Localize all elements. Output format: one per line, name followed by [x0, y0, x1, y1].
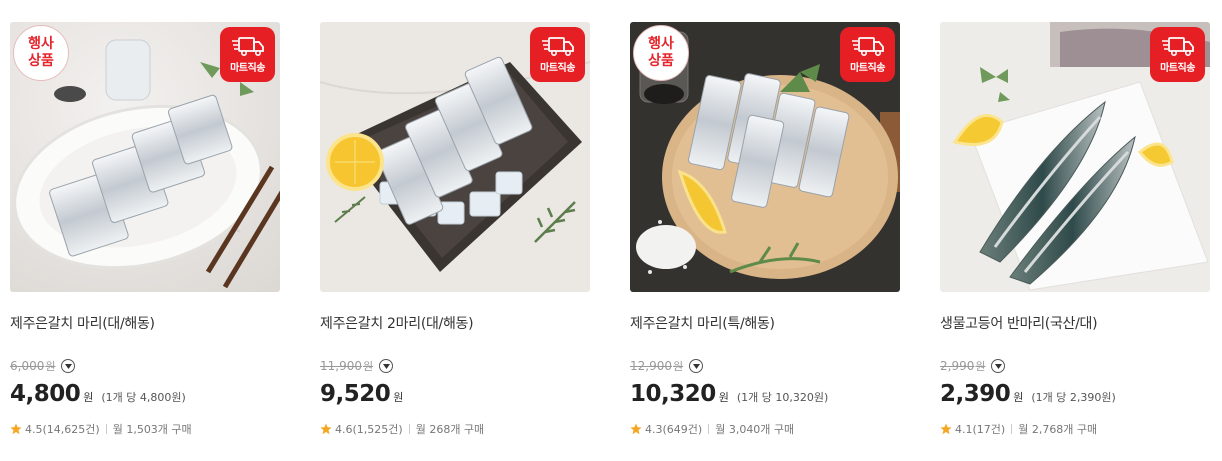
divider	[708, 424, 710, 434]
original-price-row: 6,000 원	[10, 358, 76, 374]
price-info-toggle-button[interactable]	[379, 359, 394, 373]
sale-price-unit: 원	[83, 391, 94, 404]
review-count: (17건)	[972, 423, 1006, 436]
original-price: 2,990	[940, 359, 975, 373]
original-price-row: 11,900 원	[320, 358, 394, 374]
original-price-row: 2,990 원	[940, 358, 1006, 374]
original-price-row: 12,900 원	[630, 358, 704, 374]
sale-price-unit: 원	[718, 391, 729, 404]
original-price-unit: 원	[673, 360, 684, 373]
monthly-purchases: 월 1,503개 구매	[112, 423, 192, 436]
review-count: (649건)	[662, 423, 703, 436]
price-info-toggle-button[interactable]	[991, 359, 1006, 373]
sale-price-unit: 원	[393, 391, 404, 404]
star-icon	[940, 423, 952, 435]
rating-row: 4.6 (1,525건) 월 268개 구매	[320, 421, 484, 437]
divider	[408, 424, 410, 434]
sale-price: 2,390	[940, 381, 1011, 407]
delivery-truck-icon	[1161, 37, 1194, 57]
mart-badge-label: 마트직송	[850, 63, 885, 74]
rating-row: 4.1 (17건) 월 2,768개 구매	[940, 421, 1097, 437]
mart-badge-label: 마트직송	[1160, 63, 1195, 74]
chevron-down-icon	[64, 363, 72, 369]
event-badge-line1: 행사	[28, 36, 54, 52]
sale-price: 10,320	[630, 381, 716, 407]
star-icon	[630, 423, 642, 435]
product-grid: 행사 상품 마트직송 제주은갈치 마리(대/해동) 6,000 원 4,800 …	[0, 0, 1222, 461]
product-image[interactable]: 마트직송	[320, 22, 590, 292]
event-product-badge: 행사 상품	[13, 25, 69, 81]
monthly-purchases: 월 3,040개 구매	[715, 423, 795, 436]
divider	[105, 424, 107, 434]
mart-direct-delivery-badge: 마트직송	[530, 27, 585, 82]
product-name[interactable]: 제주은갈치 마리(특/해동)	[630, 313, 775, 333]
star-icon	[320, 423, 332, 435]
sale-price-row: 9,520 원	[320, 381, 403, 407]
mart-direct-delivery-badge: 마트직송	[840, 27, 895, 82]
product-card[interactable]: 마트직송 생물고등어 반마리(국산/대) 2,990 원 2,390 원 (1개…	[940, 22, 1210, 452]
product-card[interactable]: 행사 상품 마트직송 제주은갈치 마리(대/해동) 6,000 원 4,800 …	[10, 22, 280, 452]
sale-price: 4,800	[10, 381, 81, 407]
event-badge-line1: 행사	[648, 36, 674, 52]
original-price: 6,000	[10, 359, 45, 373]
original-price: 11,900	[320, 359, 362, 373]
rating-score: 4.5	[25, 422, 43, 436]
review-count: (14,625건)	[42, 423, 100, 436]
product-name[interactable]: 제주은갈치 마리(대/해동)	[10, 313, 155, 333]
delivery-truck-icon	[231, 37, 264, 57]
review-count: (1,525건)	[352, 423, 403, 436]
monthly-purchases: 월 268개 구매	[415, 423, 485, 436]
delivery-truck-icon	[541, 37, 574, 57]
sale-price-row: 4,800 원 (1개 당 4,800원)	[10, 381, 186, 407]
original-price-unit: 원	[363, 360, 374, 373]
product-card[interactable]: 행사 상품 마트직송 제주은갈치 마리(특/해동) 12,900 원 10,32…	[630, 22, 900, 452]
sale-price-row: 10,320 원 (1개 당 10,320원)	[630, 381, 828, 407]
price-info-toggle-button[interactable]	[61, 359, 76, 373]
product-image[interactable]: 행사 상품 마트직송	[630, 22, 900, 292]
unit-price: (1개 당 10,320원)	[736, 391, 829, 404]
price-info-toggle-button[interactable]	[689, 359, 704, 373]
chevron-down-icon	[382, 363, 390, 369]
rating-row: 4.5 (14,625건) 월 1,503개 구매	[10, 421, 192, 437]
event-badge-line2: 상품	[28, 53, 54, 69]
product-card[interactable]: 마트직송 제주은갈치 2마리(대/해동) 11,900 원 9,520 원 4.…	[320, 22, 590, 452]
divider	[1011, 424, 1013, 434]
product-image[interactable]: 행사 상품 마트직송	[10, 22, 280, 292]
rating-score: 4.1	[955, 422, 973, 436]
delivery-truck-icon	[851, 37, 884, 57]
product-name[interactable]: 생물고등어 반마리(국산/대)	[940, 313, 1098, 333]
original-price-unit: 원	[975, 360, 986, 373]
sale-price-row: 2,390 원 (1개 당 2,390원)	[940, 381, 1116, 407]
unit-price: (1개 당 4,800원)	[101, 391, 186, 404]
event-product-badge: 행사 상품	[633, 25, 689, 81]
mart-badge-label: 마트직송	[540, 63, 575, 74]
unit-price: (1개 당 2,390원)	[1031, 391, 1116, 404]
chevron-down-icon	[692, 363, 700, 369]
original-price: 12,900	[630, 359, 672, 373]
mart-badge-label: 마트직송	[230, 63, 265, 74]
sale-price: 9,520	[320, 381, 391, 407]
chevron-down-icon	[994, 363, 1002, 369]
event-badge-line2: 상품	[648, 53, 674, 69]
rating-score: 4.6	[335, 422, 353, 436]
star-icon	[10, 423, 22, 435]
product-name[interactable]: 제주은갈치 2마리(대/해동)	[320, 313, 474, 333]
rating-row: 4.3 (649건) 월 3,040개 구매	[630, 421, 794, 437]
mart-direct-delivery-badge: 마트직송	[220, 27, 275, 82]
original-price-unit: 원	[45, 360, 56, 373]
mart-direct-delivery-badge: 마트직송	[1150, 27, 1205, 82]
monthly-purchases: 월 2,768개 구매	[1018, 423, 1098, 436]
product-image[interactable]: 마트직송	[940, 22, 1210, 292]
rating-score: 4.3	[645, 422, 663, 436]
sale-price-unit: 원	[1013, 391, 1024, 404]
